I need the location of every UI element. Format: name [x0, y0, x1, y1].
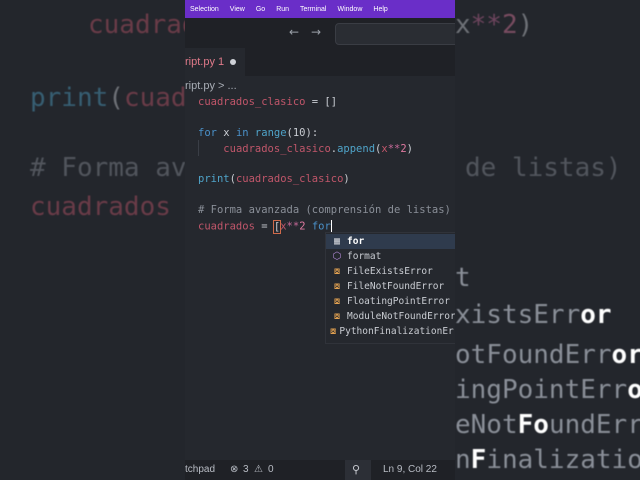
menu-go[interactable]: Go [251, 6, 271, 13]
menu-selection[interactable]: Selection [185, 6, 225, 13]
bg-label-6: nFinalization [455, 445, 640, 475]
menu-help[interactable]: Help [368, 6, 393, 13]
menubar: Selection View Go Run Terminal Window He… [185, 0, 455, 18]
class-icon: ⧇ [333, 311, 341, 322]
tab-label: ript.py 1 [185, 56, 225, 68]
suggestion-floatingpointerror[interactable]: ⧇ FloatingPointError [326, 294, 455, 309]
breadcrumb[interactable]: ript.py > ... [185, 80, 237, 92]
class-icon: ⧇ [333, 296, 341, 307]
bg-label-5: eNotFoundErr [455, 410, 640, 440]
suggestion-fileexistserror[interactable]: ⧇ FileExistsError [326, 264, 455, 279]
suggestion-for[interactable]: ▦ for [326, 234, 455, 249]
zoom-search-icon: ⚲ [352, 463, 361, 476]
function-cube-icon: ⬡ [332, 251, 342, 262]
zoom-button[interactable]: ⚲ [345, 460, 371, 480]
bg-label-3: otFoundError [455, 340, 640, 370]
back-arrow-icon[interactable]: ← [289, 25, 299, 39]
suggestion-filenotfounderror[interactable]: ⧇ FileNotFoundError [326, 279, 455, 294]
bg-line-print: print(cuadr [30, 83, 203, 113]
code-line-8: # Forma avanzada (comprensión de listas) [198, 204, 451, 216]
autocomplete-list: ▦ for ⬡ format ⧇ FileExistsError ⧇ FileNotFo… [325, 232, 455, 344]
bg-line-comment-end: de listas) [465, 153, 622, 183]
suggestion-pythonfinalizationerror[interactable]: ⧇PythonFinalizationError [326, 324, 455, 339]
forward-arrow-icon[interactable]: → [311, 25, 321, 39]
keyword-icon: ▦ [333, 236, 341, 247]
suggestion-modulenotfounderror[interactable]: ⧇ ModuleNotFoundError [326, 309, 455, 324]
status-left-label[interactable]: tchpad [185, 464, 215, 475]
class-icon: ⧇ [330, 326, 337, 337]
tab-script-py[interactable]: ript.py 1 [185, 48, 245, 76]
class-icon: ⧇ [333, 281, 341, 292]
code-line-4: cuadrados_clasico.append(x**2) [223, 143, 413, 155]
error-circle-icon[interactable]: ⊗ [230, 464, 238, 475]
warning-count: 0 [268, 464, 274, 475]
suggestion-format[interactable]: ⬡ format [326, 249, 455, 264]
tab-bar: ript.py 1 [185, 48, 455, 76]
bg-line-comment: # Forma ava [30, 153, 203, 183]
menu-terminal[interactable]: Terminal [295, 6, 332, 13]
bg-label-1: t [455, 263, 471, 293]
code-line-1: cuadrados_clasico = [] [198, 96, 338, 108]
class-icon: ⧇ [333, 266, 341, 277]
status-bar: tchpad ⊗ 3 ⚠ 0 Ln 9, Col 22 [185, 460, 455, 480]
menu-run[interactable]: Run [271, 6, 295, 13]
bg-line-cuadrados: cuadrados = [30, 192, 203, 222]
bg-line-append-end: x**2) [455, 10, 534, 40]
menu-window[interactable]: Window [332, 6, 368, 13]
code-line-9: cuadrados = [x**2 for [198, 219, 332, 234]
cursor-position[interactable]: Ln 9, Col 22 [383, 464, 437, 475]
error-count: 3 [243, 464, 249, 475]
editor-window: Selection View Go Run Terminal Window He… [185, 0, 455, 480]
code-line-3: for x in range(10): [198, 127, 319, 139]
bg-label-2: xistsError [455, 300, 612, 330]
code-line-6: print(cuadrados_clasico) [198, 173, 350, 185]
unsaved-dot-icon [230, 59, 237, 65]
warning-triangle-icon[interactable]: ⚠ [254, 464, 263, 475]
menu-view[interactable]: View [225, 6, 251, 13]
command-center-search[interactable] [335, 23, 455, 45]
bg-label-4: ingPointError [455, 375, 640, 405]
code-area[interactable]: cuadrados_clasico = [] for x in range(10… [198, 96, 451, 234]
